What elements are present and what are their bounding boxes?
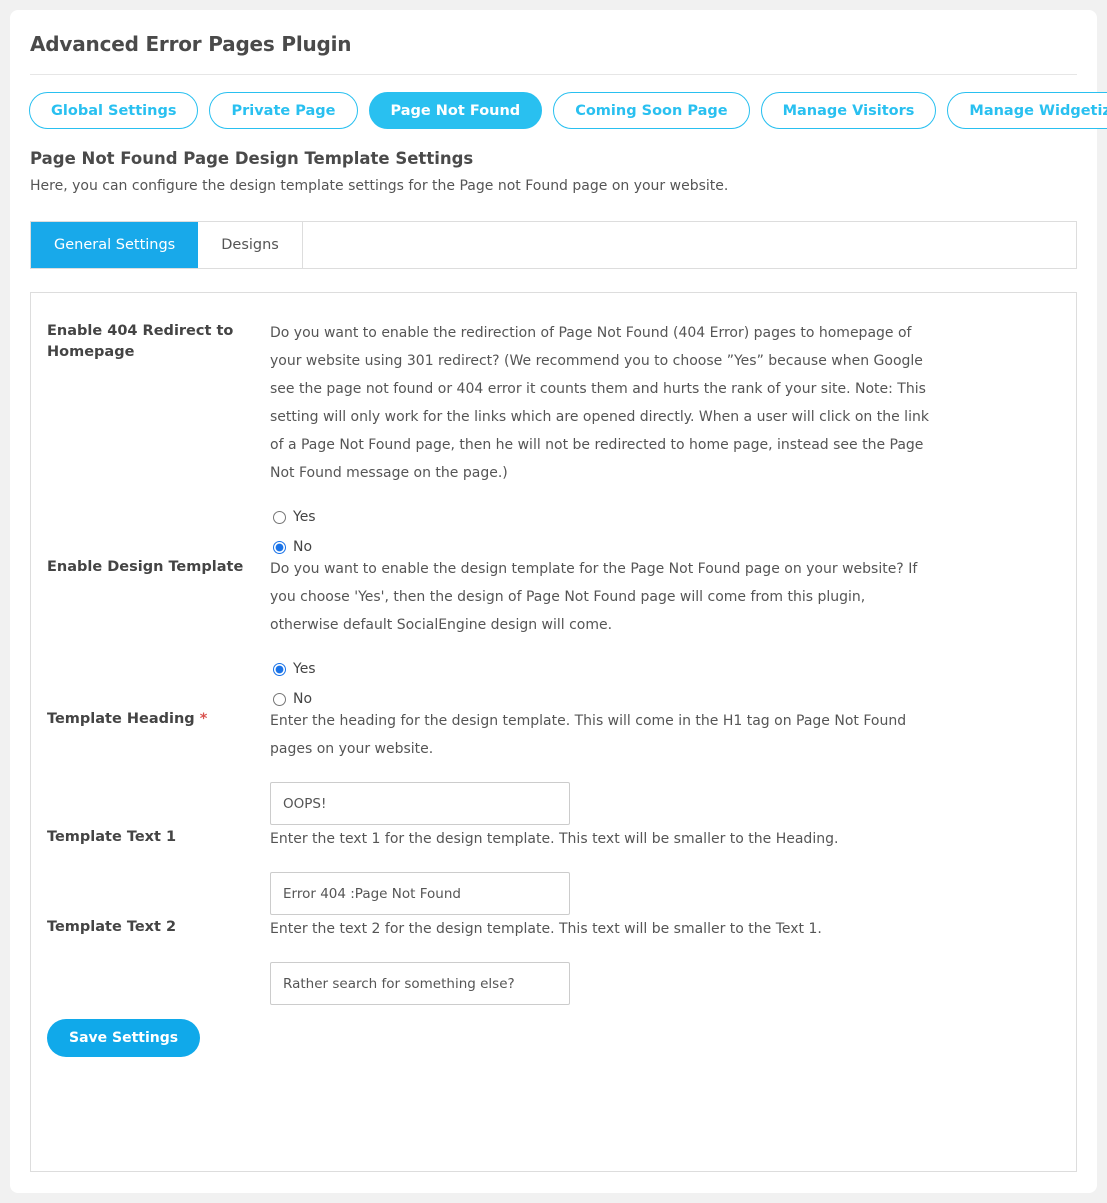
pill-manage-widgetized-pages[interactable]: Manage Widgetized Pages [947, 92, 1107, 129]
radio-option-redirect-no[interactable]: No [270, 539, 1076, 555]
plugin-page-card: Advanced Error Pages Plugin Global Setti… [10, 10, 1107, 1193]
help-template-heading: Enter the heading for the design templat… [270, 713, 907, 757]
save-button-container: Save Settings [31, 1019, 1076, 1057]
pill-private-page[interactable]: Private Page [209, 92, 358, 129]
template-text-1-input[interactable] [270, 872, 570, 915]
pill-page-not-found[interactable]: Page Not Found [368, 92, 543, 129]
radio-redirect-no-label[interactable]: No [293, 539, 312, 555]
form-row-template-heading: Template Heading * Enter the heading for… [31, 707, 1076, 825]
help-template-text-1: Enter the text 1 for the design template… [270, 831, 839, 847]
save-settings-button[interactable]: Save Settings [47, 1019, 201, 1057]
help-template-text-2: Enter the text 2 for the design template… [270, 921, 822, 937]
tab-general-settings[interactable]: General Settings [31, 222, 199, 268]
label-template-text-1: Template Text 1 [47, 829, 177, 845]
radio-group-design-template: Yes No [270, 661, 1076, 707]
form-row-redirect-to-homepage: Enable 404 Redirect to Homepage Do you w… [31, 319, 1076, 555]
radio-redirect-yes[interactable] [273, 510, 286, 524]
label-template-heading-text: Template Heading [47, 711, 195, 727]
pill-global-settings[interactable]: Global Settings [29, 92, 199, 129]
template-text-2-input[interactable] [270, 962, 570, 1005]
radio-design-no-label[interactable]: No [293, 691, 312, 707]
radio-redirect-no[interactable] [273, 540, 286, 554]
radio-option-redirect-yes[interactable]: Yes [270, 509, 1076, 525]
form-row-enable-design-template: Enable Design Template Do you want to en… [31, 555, 1076, 707]
help-enable-design-template: Do you want to enable the design templat… [270, 561, 918, 633]
template-heading-input[interactable] [270, 782, 570, 825]
field-template-text-2: Enter the text 2 for the design template… [257, 915, 1076, 1005]
radio-option-design-yes[interactable]: Yes [270, 661, 1076, 677]
help-enable-404-redirect: Do you want to enable the redirection of… [270, 325, 929, 481]
radio-option-design-no[interactable]: No [270, 691, 1076, 707]
page-title: Advanced Error Pages Plugin [30, 32, 352, 56]
field-template-text-1: Enter the text 1 for the design template… [257, 825, 1076, 915]
settings-tab-strip: General Settings Designs [30, 221, 1077, 269]
radio-design-yes[interactable] [273, 662, 286, 676]
plugin-pill-nav: Global Settings Private Page Page Not Fo… [10, 75, 1107, 129]
section-title: Page Not Found Page Design Template Sett… [30, 149, 474, 168]
radio-design-yes-label[interactable]: Yes [293, 661, 316, 677]
form-row-template-text-1: Template Text 1 Enter the text 1 for the… [31, 825, 1076, 915]
section-description: Here, you can configure the design templ… [30, 178, 729, 194]
radio-group-redirect: Yes No [270, 509, 1076, 555]
tab-designs[interactable]: Designs [198, 222, 303, 268]
pill-coming-soon-page[interactable]: Coming Soon Page [553, 92, 750, 129]
radio-design-no[interactable] [273, 692, 286, 706]
field-enable-design-template: Do you want to enable the design templat… [257, 555, 1076, 707]
tab-strip-filler [303, 222, 1076, 268]
form-row-template-text-2: Template Text 2 Enter the text 2 for the… [31, 915, 1076, 1005]
general-settings-form-panel: Enable 404 Redirect to Homepage Do you w… [30, 292, 1077, 1172]
field-template-heading: Enter the heading for the design templat… [257, 707, 1076, 825]
required-asterisk-icon: * [199, 711, 208, 727]
label-enable-404-redirect: Enable 404 Redirect to Homepage [47, 323, 234, 361]
label-template-text-2: Template Text 2 [47, 919, 177, 935]
label-enable-design-template: Enable Design Template [47, 559, 244, 575]
radio-redirect-yes-label[interactable]: Yes [293, 509, 316, 525]
field-enable-404-redirect: Do you want to enable the redirection of… [257, 319, 1076, 555]
label-template-heading: Template Heading * [47, 707, 257, 730]
pill-manage-visitors[interactable]: Manage Visitors [760, 92, 937, 129]
